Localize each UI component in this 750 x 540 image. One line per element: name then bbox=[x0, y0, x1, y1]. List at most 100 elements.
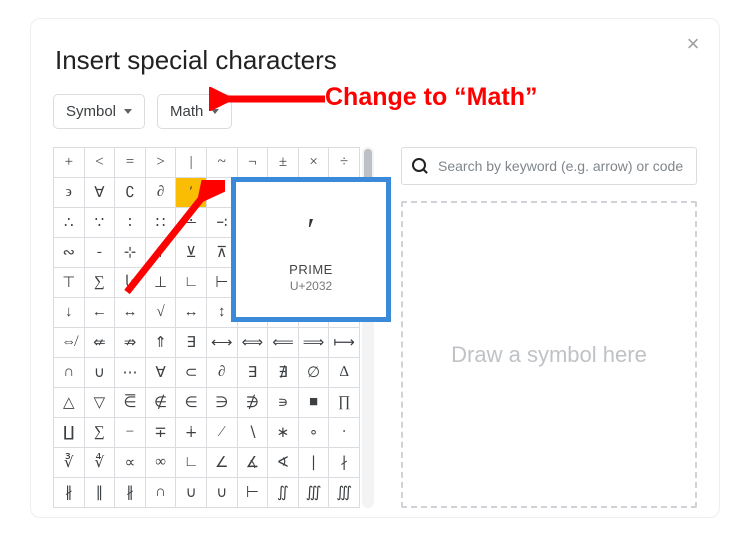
tooltip-glyph: ′ bbox=[307, 206, 314, 256]
character-cell[interactable]: ∩ bbox=[146, 478, 177, 508]
character-cell[interactable]: ~ bbox=[207, 148, 238, 178]
character-cell[interactable]: ∏ bbox=[329, 388, 360, 418]
character-cell[interactable]: ∃ bbox=[238, 358, 269, 388]
character-cell[interactable]: ⊤ bbox=[54, 268, 85, 298]
character-cell[interactable]: ∡ bbox=[238, 448, 269, 478]
search-field[interactable] bbox=[401, 147, 697, 185]
character-cell[interactable]: ∥ bbox=[85, 478, 116, 508]
character-cell[interactable]: ∕ bbox=[207, 418, 238, 448]
annotation-label: Change to “Math” bbox=[325, 83, 538, 112]
character-cell[interactable]: ⟹ bbox=[299, 328, 330, 358]
character-cell[interactable]: ∪ bbox=[207, 478, 238, 508]
draw-symbol-pad[interactable]: Draw a symbol here bbox=[401, 201, 697, 508]
character-cell[interactable]: ⋯ bbox=[115, 358, 146, 388]
character-cell[interactable]: ∪ bbox=[85, 358, 116, 388]
character-cell[interactable]: ∪ bbox=[176, 478, 207, 508]
character-cell[interactable]: ∆ bbox=[329, 358, 360, 388]
character-cell[interactable]: ϶ bbox=[54, 178, 85, 208]
character-cell[interactable]: ▽ bbox=[85, 388, 116, 418]
character-cell[interactable]: ∙ bbox=[329, 418, 360, 448]
character-cell[interactable]: ⟼ bbox=[329, 328, 360, 358]
character-cell[interactable]: ¬ bbox=[238, 148, 269, 178]
character-cell[interactable]: ∑ bbox=[85, 268, 116, 298]
character-cell[interactable]: ⊂ bbox=[176, 358, 207, 388]
character-cell[interactable]: ⇏ bbox=[115, 328, 146, 358]
character-cell[interactable]: ■ bbox=[299, 388, 330, 418]
character-cell[interactable]: ∗ bbox=[268, 418, 299, 448]
character-cell[interactable]: ∋ bbox=[207, 388, 238, 418]
character-cell[interactable]: ⇎ bbox=[54, 328, 85, 358]
character-cell[interactable]: ∩ bbox=[54, 358, 85, 388]
character-cell[interactable]: ← bbox=[85, 298, 116, 328]
character-cell[interactable]: ÷ bbox=[329, 148, 360, 178]
annotation-arrow-to-cell bbox=[115, 180, 225, 300]
character-cell[interactable]: ⇑ bbox=[146, 328, 177, 358]
character-cell[interactable]: ∄ bbox=[268, 358, 299, 388]
character-cell[interactable]: ∞ bbox=[146, 448, 177, 478]
character-cell[interactable]: ∵ bbox=[85, 208, 116, 238]
character-cell[interactable]: ∟ bbox=[176, 448, 207, 478]
character-cell[interactable]: ∭ bbox=[329, 478, 360, 508]
character-cell[interactable]: ∓ bbox=[146, 418, 177, 448]
character-cell[interactable]: ∬ bbox=[268, 478, 299, 508]
character-cell[interactable]: ∖ bbox=[238, 418, 269, 448]
character-cell[interactable]: ↔ bbox=[115, 298, 146, 328]
character-cell[interactable]: = bbox=[115, 148, 146, 178]
character-cell[interactable]: ∦ bbox=[115, 478, 146, 508]
character-cell[interactable]: ∔ bbox=[176, 418, 207, 448]
character-cell[interactable]: ∐ bbox=[54, 418, 85, 448]
tooltip-codepoint: U+2032 bbox=[290, 279, 332, 293]
character-cell[interactable]: ∜ bbox=[85, 448, 116, 478]
character-cell[interactable]: - bbox=[85, 238, 116, 268]
character-cell[interactable]: ∃ bbox=[176, 328, 207, 358]
character-cell[interactable]: ∦ bbox=[54, 478, 85, 508]
close-button[interactable]: × bbox=[681, 33, 705, 57]
search-icon bbox=[412, 158, 428, 174]
character-cell[interactable]: ⊢ bbox=[238, 478, 269, 508]
character-cell[interactable]: ∉ bbox=[146, 388, 177, 418]
character-cell[interactable]: ∅ bbox=[299, 358, 330, 388]
character-cell[interactable]: ∾ bbox=[54, 238, 85, 268]
character-cell[interactable]: △ bbox=[54, 388, 85, 418]
character-cell[interactable]: ∢ bbox=[268, 448, 299, 478]
character-cell[interactable]: ⇍ bbox=[85, 328, 116, 358]
character-cell[interactable]: ∀ bbox=[146, 358, 177, 388]
character-cell[interactable]: ∭ bbox=[299, 478, 330, 508]
character-cell[interactable]: ∌ bbox=[238, 388, 269, 418]
character-tooltip: ′ PRIME U+2032 bbox=[231, 177, 391, 322]
character-cell[interactable]: ↓ bbox=[54, 298, 85, 328]
category-dropdown[interactable]: Symbol bbox=[53, 94, 145, 129]
character-cell[interactable]: ∍ bbox=[268, 388, 299, 418]
character-cell[interactable]: ⟷ bbox=[207, 328, 238, 358]
character-cell[interactable]: ∘ bbox=[299, 418, 330, 448]
annotation-arrow-to-dropdown bbox=[209, 87, 327, 111]
character-cell[interactable]: ⟸ bbox=[268, 328, 299, 358]
character-cell[interactable]: ± bbox=[268, 148, 299, 178]
character-cell[interactable]: ⋶ bbox=[115, 388, 146, 418]
character-cell[interactable]: > bbox=[146, 148, 177, 178]
close-icon: × bbox=[687, 31, 700, 56]
character-cell[interactable]: − bbox=[115, 418, 146, 448]
category-dropdown-label: Symbol bbox=[66, 103, 116, 120]
character-cell[interactable]: ∤ bbox=[329, 448, 360, 478]
character-cell[interactable]: ∛ bbox=[54, 448, 85, 478]
search-input[interactable] bbox=[436, 157, 686, 175]
draw-placeholder: Draw a symbol here bbox=[451, 342, 647, 368]
character-cell[interactable]: ∠ bbox=[207, 448, 238, 478]
character-cell[interactable]: | bbox=[176, 148, 207, 178]
character-cell[interactable]: < bbox=[85, 148, 116, 178]
chevron-down-icon bbox=[124, 109, 132, 114]
character-cell[interactable]: ↔ bbox=[176, 298, 207, 328]
character-cell[interactable]: √ bbox=[146, 298, 177, 328]
character-cell[interactable]: × bbox=[299, 148, 330, 178]
tooltip-name: PRIME bbox=[289, 262, 333, 277]
character-cell[interactable]: ∑ bbox=[85, 418, 116, 448]
character-cell[interactable]: ⟺ bbox=[238, 328, 269, 358]
character-cell[interactable]: ∈ bbox=[176, 388, 207, 418]
character-cell[interactable]: ∴ bbox=[54, 208, 85, 238]
character-cell[interactable]: ∂ bbox=[207, 358, 238, 388]
character-cell[interactable]: ∀ bbox=[85, 178, 116, 208]
character-cell[interactable]: + bbox=[54, 148, 85, 178]
character-cell[interactable]: ∝ bbox=[115, 448, 146, 478]
character-cell[interactable]: ∣ bbox=[299, 448, 330, 478]
